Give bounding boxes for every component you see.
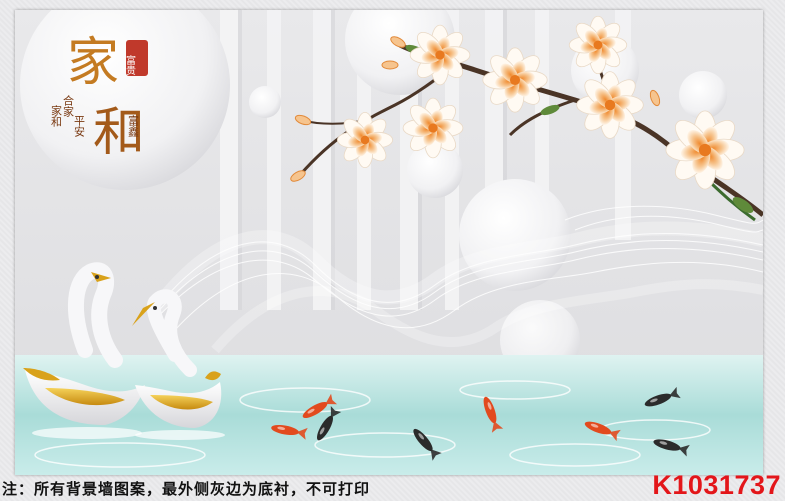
magnolia-flower-2 bbox=[482, 47, 548, 113]
magnolia-flower-7 bbox=[665, 110, 745, 190]
page-backing: 家 和 富贵 家和 合家 平安 富鑫 注：所有背景墙图案，最外侧灰边为底衬，不可… bbox=[0, 0, 785, 501]
magnolia-flower-3 bbox=[568, 15, 628, 75]
product-code: K1031737 bbox=[652, 470, 781, 500]
magnolia-flower-5 bbox=[337, 112, 393, 168]
magnolia-flower-6 bbox=[402, 97, 464, 159]
wallpaper-artwork: 家 和 富贵 家和 合家 平安 富鑫 bbox=[15, 10, 763, 475]
seal-text: 富贵 bbox=[124, 54, 136, 76]
magnolia-flower-4 bbox=[576, 71, 644, 139]
vertical-line-4: 富鑫 bbox=[127, 114, 140, 137]
magnolia-flower-1 bbox=[409, 24, 471, 86]
vertical-line-2: 合家 bbox=[62, 94, 75, 117]
vertical-line-3: 平安 bbox=[73, 115, 86, 138]
footer-note: 注：所有背景墙图案，最外侧灰边为底衬，不可打印 bbox=[2, 480, 371, 498]
title-char-home: 家 bbox=[67, 33, 119, 93]
